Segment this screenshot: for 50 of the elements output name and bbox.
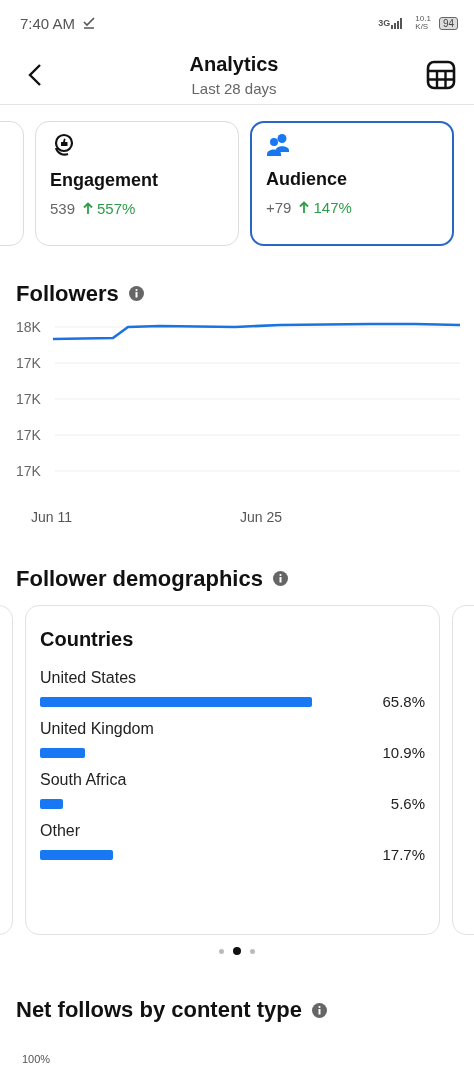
section-title: Followers bbox=[16, 280, 119, 308]
people-icon bbox=[266, 133, 292, 157]
status-time: 7:40 AM bbox=[20, 14, 76, 32]
metric-card[interactable]: Engagement 539 557% bbox=[35, 121, 239, 246]
axis-label: 17K bbox=[16, 354, 41, 371]
country-label: United States bbox=[40, 669, 138, 688]
page-dot[interactable] bbox=[219, 948, 224, 954]
percent-value: 10.9% bbox=[381, 744, 425, 762]
arrow-up-icon bbox=[83, 202, 94, 215]
axis-label: 17K bbox=[16, 462, 41, 479]
percent-bar bbox=[40, 747, 85, 758]
axis-label: 17K bbox=[16, 390, 41, 407]
axis-label: 18K bbox=[16, 318, 41, 335]
axis-label: 100% bbox=[22, 1053, 51, 1066]
download-done-icon bbox=[83, 17, 96, 29]
speed-unit: K/S bbox=[415, 23, 430, 31]
metric-card[interactable]: Audience +79 147% bbox=[250, 121, 454, 246]
page-title: Analytics bbox=[189, 53, 279, 76]
country-label: South Africa bbox=[40, 771, 128, 790]
percent-value: 17.7% bbox=[381, 846, 425, 864]
axis-label: Jun 11 bbox=[31, 508, 72, 525]
page-dot[interactable] bbox=[233, 947, 241, 956]
country-label: Other bbox=[40, 822, 81, 841]
metric-change: 147% bbox=[313, 199, 352, 216]
signal-icon bbox=[391, 17, 404, 29]
metric-change: 557% bbox=[97, 200, 136, 217]
axis-label: Jun 25 bbox=[240, 508, 283, 525]
network-type: 3G bbox=[378, 17, 391, 28]
metric-title: Audience bbox=[266, 169, 349, 190]
page-dot[interactable] bbox=[250, 948, 255, 954]
card-title: Countries bbox=[40, 628, 135, 652]
axis-label: 17K bbox=[16, 426, 41, 443]
arrow-up-icon bbox=[299, 201, 310, 214]
metric-value: +79 bbox=[266, 199, 292, 216]
percent-bar bbox=[40, 798, 64, 809]
battery-level: 94 bbox=[438, 16, 458, 30]
section-title: Follower demographics bbox=[16, 564, 263, 593]
metric-title: Engagement bbox=[50, 170, 160, 191]
info-icon[interactable] bbox=[312, 1002, 328, 1018]
info-icon[interactable] bbox=[128, 286, 144, 302]
percent-value: 65.8% bbox=[381, 693, 425, 711]
metric-value: 539 bbox=[50, 200, 76, 217]
country-label: United Kingdom bbox=[40, 720, 155, 739]
page-subtitle: Last 28 days bbox=[191, 80, 277, 97]
info-icon[interactable] bbox=[272, 571, 288, 587]
back-icon[interactable] bbox=[28, 63, 42, 87]
percent-value: 5.6% bbox=[389, 795, 425, 813]
network-speed: 10.1 bbox=[415, 15, 431, 23]
section-title: Net follows by content type bbox=[16, 996, 303, 1025]
table-icon[interactable] bbox=[426, 60, 456, 90]
